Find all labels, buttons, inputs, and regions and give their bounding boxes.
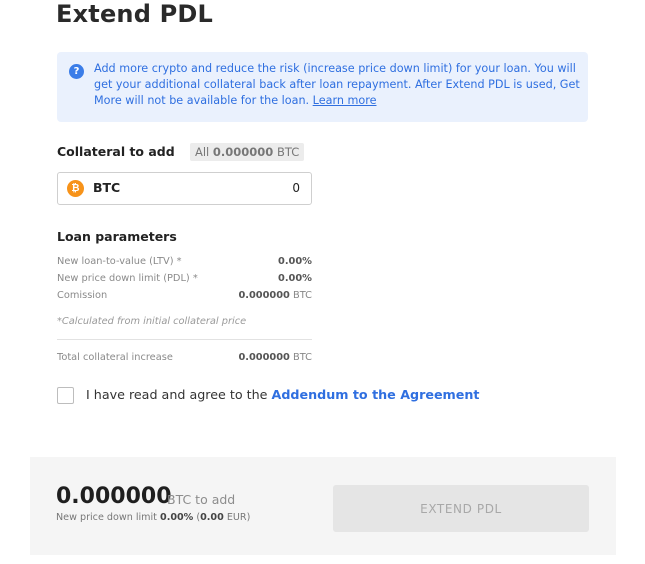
info-text: Add more crypto and reduce the risk (inc… [94, 61, 580, 109]
pdl-value: 0.00% [278, 273, 312, 284]
footer-unit: BTC to add [167, 492, 236, 507]
coin-name: BTC [93, 180, 121, 195]
all-label: All [195, 145, 210, 159]
page-title: Extend PDL [56, 0, 214, 28]
agreement-label: I have read and agree to the [86, 387, 268, 402]
commission-unit: BTC [293, 290, 312, 301]
bitcoin-icon: ₿ [67, 180, 84, 197]
footer-panel: 0.000000 BTC to add New price down limit… [30, 457, 616, 555]
footer-sub-label: New price down limit [56, 512, 157, 523]
footer-amount: 0.000000 [56, 484, 172, 509]
pdl-label: New price down limit (PDL) * [57, 273, 198, 284]
ltv-label: New loan-to-value (LTV) * [57, 256, 182, 267]
addendum-link[interactable]: Addendum to the Agreement [272, 387, 480, 402]
collateral-amount-input[interactable] [180, 181, 300, 195]
commission-value: 0.000000 [238, 290, 290, 301]
all-unit: BTC [276, 145, 300, 159]
commission-label: Comission [57, 290, 108, 301]
footer-sub-currency: EUR [226, 512, 247, 523]
agreement-text: I have read and agree to the Addendum to… [86, 387, 479, 402]
learn-more-link[interactable]: Learn more [313, 94, 377, 107]
ltv-value: 0.00% [278, 256, 312, 267]
collateral-amount-field[interactable]: ₿ BTC [57, 172, 312, 205]
calculation-note: *Calculated from initial collateral pric… [57, 316, 247, 327]
info-banner: ? Add more crypto and reduce the risk (i… [57, 52, 588, 122]
footer-sub-fiat: 0.00 [200, 512, 224, 523]
all-amount-button[interactable]: All 0.000000 BTC [190, 143, 305, 161]
total-value: 0.000000 [238, 352, 290, 363]
pdl-row: New price down limit (PDL) * 0.00% [57, 272, 312, 286]
footer-pdl-summary: New price down limit 0.00% (0.00 EUR) [56, 512, 251, 523]
agreement-checkbox[interactable] [57, 387, 74, 404]
ltv-row: New loan-to-value (LTV) * 0.00% [57, 255, 312, 269]
divider [57, 339, 312, 340]
collateral-label: Collateral to add [57, 144, 175, 159]
all-amount: 0.000000 [212, 145, 274, 159]
extend-pdl-button[interactable]: EXTEND PDL [333, 485, 589, 532]
commission-row: Comission 0.000000 BTC [57, 289, 312, 303]
total-unit: BTC [293, 352, 312, 363]
footer-sub-percent: 0.00% [160, 512, 194, 523]
loan-parameters-label: Loan parameters [57, 229, 177, 244]
total-label: Total collateral increase [57, 352, 173, 363]
total-row: Total collateral increase 0.000000 BTC [57, 351, 312, 365]
question-icon: ? [69, 64, 84, 79]
